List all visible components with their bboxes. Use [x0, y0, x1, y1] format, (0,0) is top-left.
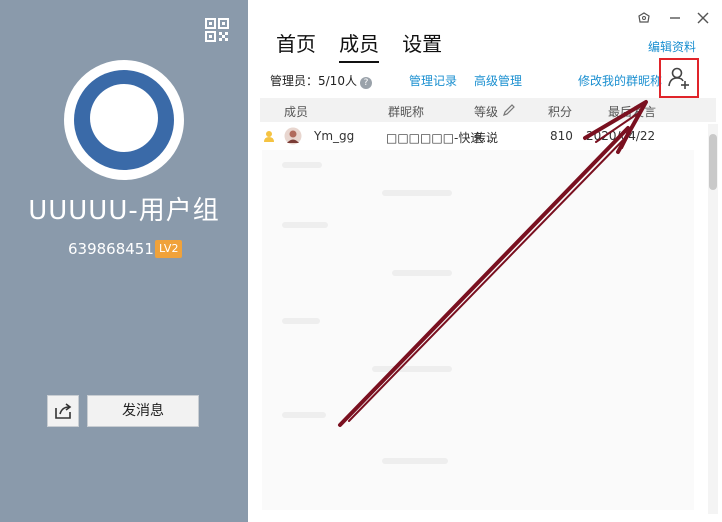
blurred-row: [382, 458, 448, 464]
edit-profile-link[interactable]: 编辑资料: [648, 38, 696, 55]
member-points: 810: [550, 129, 573, 143]
blurred-row: [282, 222, 328, 228]
blurred-row: [372, 366, 452, 372]
admin-count: 管理员：5/10人?: [270, 72, 372, 89]
blurred-row: [392, 270, 452, 276]
group-profile-panel: UUUUU-用户组 639868451 LV2 发消息: [0, 0, 248, 522]
advanced-manage-link[interactable]: 高级管理: [474, 72, 522, 89]
blurred-row: [382, 190, 452, 196]
blurred-row: [282, 318, 320, 324]
help-icon[interactable]: ?: [359, 77, 372, 89]
send-message-button[interactable]: 发消息: [87, 395, 199, 427]
scrollbar-thumb[interactable]: [709, 134, 717, 190]
qr-code-icon[interactable]: [205, 18, 229, 42]
skin-icon[interactable]: [636, 10, 652, 26]
blurred-row: [282, 412, 326, 418]
edit-level-icon[interactable]: [502, 103, 516, 117]
member-table-header: 成员 群昵称 等级 积分 最后发言: [260, 98, 716, 122]
tab-bar: 首页 成员 设置: [276, 28, 460, 63]
owner-icon: [264, 131, 274, 142]
column-nickname[interactable]: 群昵称: [388, 103, 424, 120]
column-last-speak[interactable]: 最后发言: [608, 103, 656, 120]
group-avatar[interactable]: [64, 60, 184, 180]
member-name: Ym_gg: [314, 129, 355, 143]
blurred-row: [282, 162, 322, 168]
group-detail-panel: 首页 成员 设置 编辑资料 管理员：5/10人? 管理记录 高级管理 修改我的群…: [248, 0, 722, 522]
tab-settings[interactable]: 设置: [402, 28, 442, 61]
column-points[interactable]: 积分: [548, 103, 572, 120]
group-logo-icon: [74, 70, 174, 170]
blurred-member-list: [262, 150, 694, 510]
minimize-icon[interactable]: [667, 10, 683, 26]
edit-nickname-link[interactable]: 修改我的群昵称: [578, 72, 662, 89]
member-last-speak: 2020/04/22: [586, 129, 656, 143]
column-level[interactable]: 等级: [474, 103, 498, 120]
level-badge: LV2: [155, 240, 183, 258]
group-id: 639868451: [68, 240, 154, 258]
add-member-highlight: [659, 58, 699, 98]
tab-members[interactable]: 成员: [339, 28, 380, 63]
share-button[interactable]: [47, 395, 79, 427]
admin-count-text: 管理员：5/10人: [270, 74, 357, 88]
member-avatar[interactable]: [284, 127, 302, 145]
tab-home[interactable]: 首页: [276, 28, 316, 61]
manage-log-link[interactable]: 管理记录: [409, 72, 457, 89]
table-row[interactable]: Ym_gg □□□□□□-快速... 传说 810 2020/04/22: [260, 124, 710, 148]
share-icon: [55, 403, 72, 419]
close-icon[interactable]: [695, 10, 711, 26]
member-level: 传说: [474, 131, 499, 145]
group-name: UUUUU-用户组: [28, 196, 220, 226]
column-member[interactable]: 成员: [284, 103, 308, 120]
add-member-icon[interactable]: [661, 60, 697, 96]
